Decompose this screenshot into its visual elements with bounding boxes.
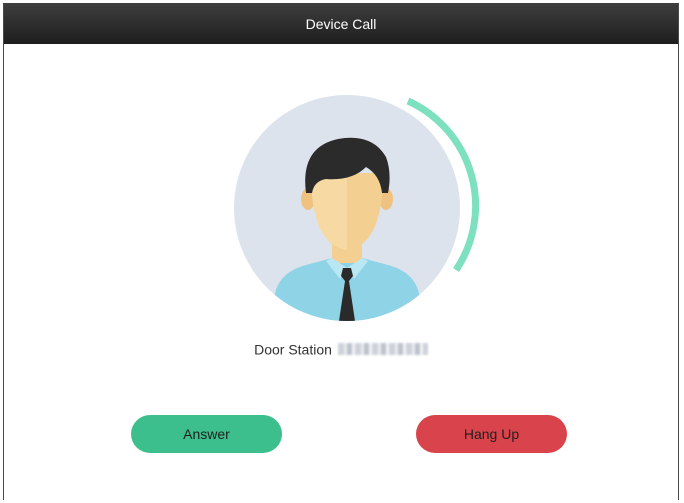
window-title: Device Call (305, 15, 377, 32)
caller-label: Door Station (254, 341, 332, 358)
answer-button[interactable]: Answer (131, 415, 282, 453)
title-bar: Device Call (4, 3, 678, 44)
caller-id-redacted (337, 343, 428, 356)
device-call-window: Device Call Door Station Answer Hang Up (3, 3, 679, 500)
caller-avatar (234, 95, 480, 330)
person-avatar-icon (234, 95, 480, 321)
hang-up-button[interactable]: Hang Up (416, 415, 567, 453)
caller-info: Door Station (4, 340, 678, 357)
